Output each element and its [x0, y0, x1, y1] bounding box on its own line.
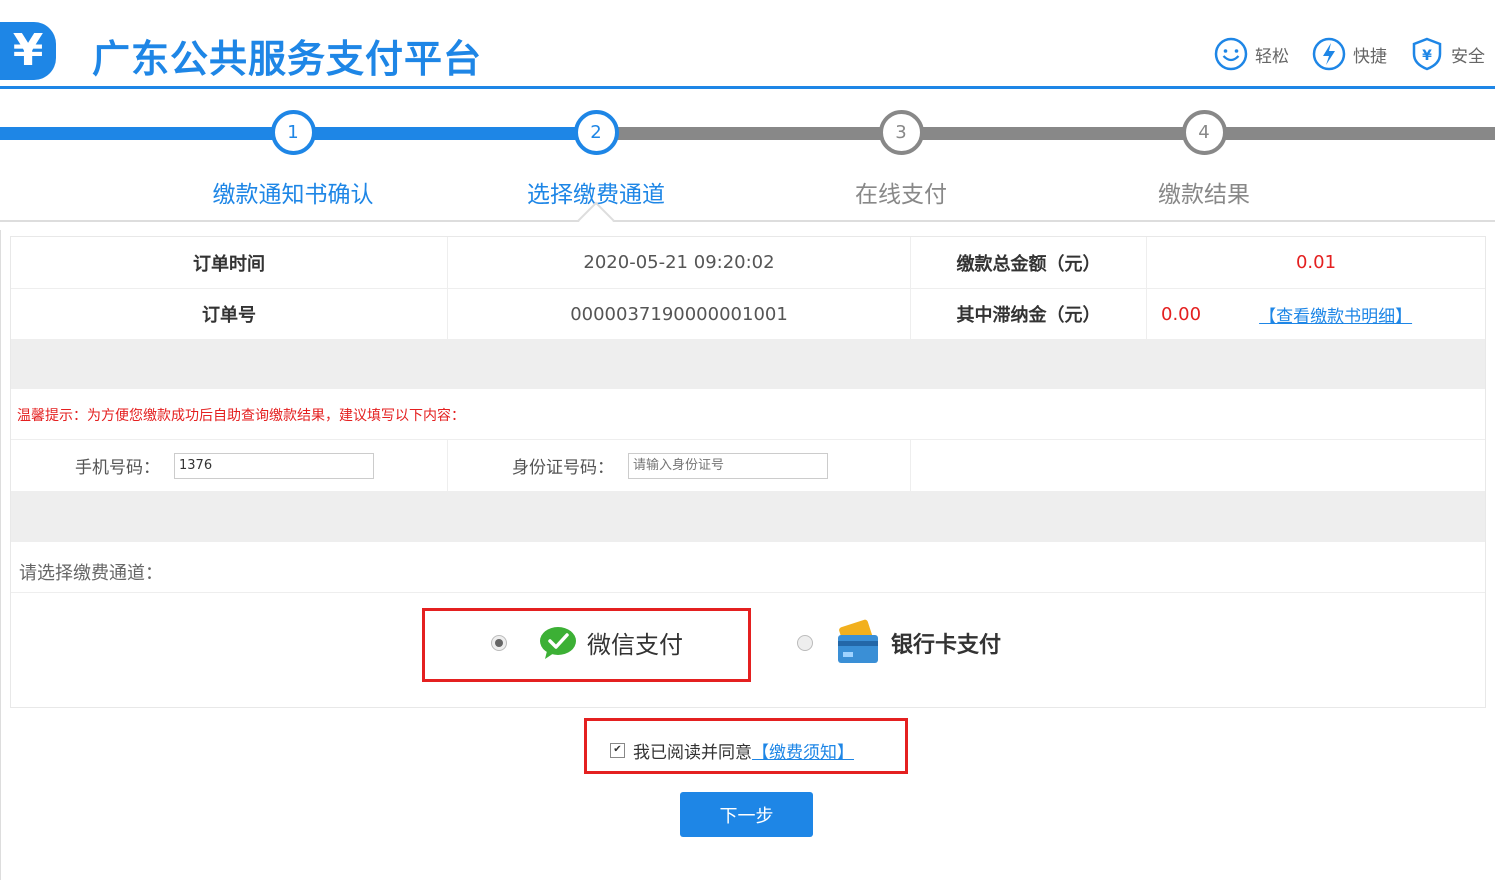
- order-number-label: 订单号: [11, 289, 448, 339]
- view-detail-link[interactable]: 【查看缴款书明细】: [1259, 302, 1412, 327]
- header-divider: [0, 86, 1495, 89]
- step-label: 在线支付: [855, 182, 947, 208]
- bank-card-icon: [838, 619, 878, 663]
- smile-icon: [1214, 37, 1248, 71]
- step-number: 4: [1181, 110, 1227, 155]
- feature-label: 轻松: [1255, 46, 1289, 67]
- late-fee-cell: 0.00 【查看缴款书明细】: [1147, 289, 1485, 339]
- feature-list: 轻松 快捷 ¥ 安全: [1213, 36, 1485, 72]
- order-time-row: 订单时间 2020-05-21 09:20:02 缴款总金额（元） 0.01: [11, 237, 1485, 289]
- next-step-button[interactable]: 下一步: [680, 792, 813, 837]
- wechat-radio[interactable]: [491, 634, 507, 651]
- step-number: 3: [878, 110, 924, 155]
- contact-row: 手机号码： 身份证号码：: [11, 440, 1485, 492]
- wechat-pay-label: 微信支付: [587, 631, 683, 659]
- id-label: 身份证号码：: [512, 458, 614, 478]
- agreement-checkbox[interactable]: ✔: [610, 743, 625, 758]
- order-time-value: 2020-05-21 09:20:02: [448, 237, 911, 288]
- step-4: 4 缴款结果: [1084, 110, 1324, 209]
- step-label: 缴款通知书确认: [212, 182, 374, 208]
- feature-label: 快捷: [1353, 46, 1387, 67]
- payment-notice-link[interactable]: 【缴费须知】: [752, 738, 854, 763]
- late-fee-label: 其中滞纳金（元）: [911, 289, 1147, 339]
- left-border: [0, 230, 1, 880]
- bank-card-radio[interactable]: [797, 635, 813, 651]
- total-amount-label: 缴款总金额（元）: [911, 237, 1147, 288]
- feature-label: 安全: [1451, 46, 1485, 67]
- svg-text:¥: ¥: [1422, 48, 1432, 64]
- late-fee-value: 0.00: [1161, 303, 1202, 325]
- step-2: 2 选择缴费通道: [476, 110, 716, 209]
- wechat-icon: [540, 626, 576, 659]
- phone-input[interactable]: [174, 452, 374, 479]
- lightning-icon: [1312, 37, 1346, 71]
- step-label: 缴款结果: [1158, 182, 1250, 208]
- order-time-label: 订单时间: [11, 237, 448, 288]
- total-amount-value: 0.01: [1295, 252, 1337, 273]
- step-1: 1 缴款通知书确认: [173, 110, 413, 209]
- agreement-text: 我已阅读并同意: [633, 743, 752, 763]
- bank-card-pay-label: 银行卡支付: [891, 633, 1002, 658]
- site-title: 广东公共服务支付平台: [92, 37, 483, 81]
- wechat-pay-option[interactable]: 微信支付: [491, 625, 683, 660]
- step-3: 3 在线支付: [781, 110, 1021, 209]
- header: ¥ 广东公共服务支付平台 轻松 快捷 ¥ 安全: [0, 0, 1495, 89]
- feature-secure: ¥ 安全: [1409, 36, 1485, 72]
- phone-label: 手机号码：: [75, 458, 160, 478]
- steps-divider: [0, 220, 1495, 222]
- order-number-value: 0000037190000001001: [448, 289, 911, 339]
- id-number-input[interactable]: [628, 452, 828, 479]
- payment-panel: 订单时间 2020-05-21 09:20:02 缴款总金额（元） 0.01 订…: [10, 236, 1486, 708]
- channel-label-row: [11, 542, 1485, 593]
- yuan-logo-icon: ¥: [0, 22, 56, 80]
- order-number-row: 订单号 0000037190000001001 其中滞纳金（元） 0.00 【查…: [11, 289, 1485, 340]
- spacer-band: [11, 340, 1485, 389]
- bank-card-pay-option[interactable]: 银行卡支付: [797, 619, 1001, 667]
- feature-fast: 快捷: [1311, 36, 1387, 72]
- phone-cell: 手机号码：: [11, 440, 448, 491]
- progress-steps: 1 缴款通知书确认 2 选择缴费通道 3 在线支付 4 缴款结果: [0, 100, 1495, 220]
- feature-easy: 轻松: [1213, 36, 1289, 72]
- tip-row: [11, 389, 1485, 440]
- progress-track-pending: [596, 127, 1495, 140]
- spacer-band: [11, 492, 1485, 542]
- step-number: 2: [573, 110, 619, 155]
- shield-icon: ¥: [1412, 37, 1442, 71]
- id-cell: 身份证号码：: [448, 440, 911, 491]
- agreement: ✔ 我已阅读并同意 【缴费须知】: [610, 738, 854, 763]
- step-number: 1: [270, 110, 316, 155]
